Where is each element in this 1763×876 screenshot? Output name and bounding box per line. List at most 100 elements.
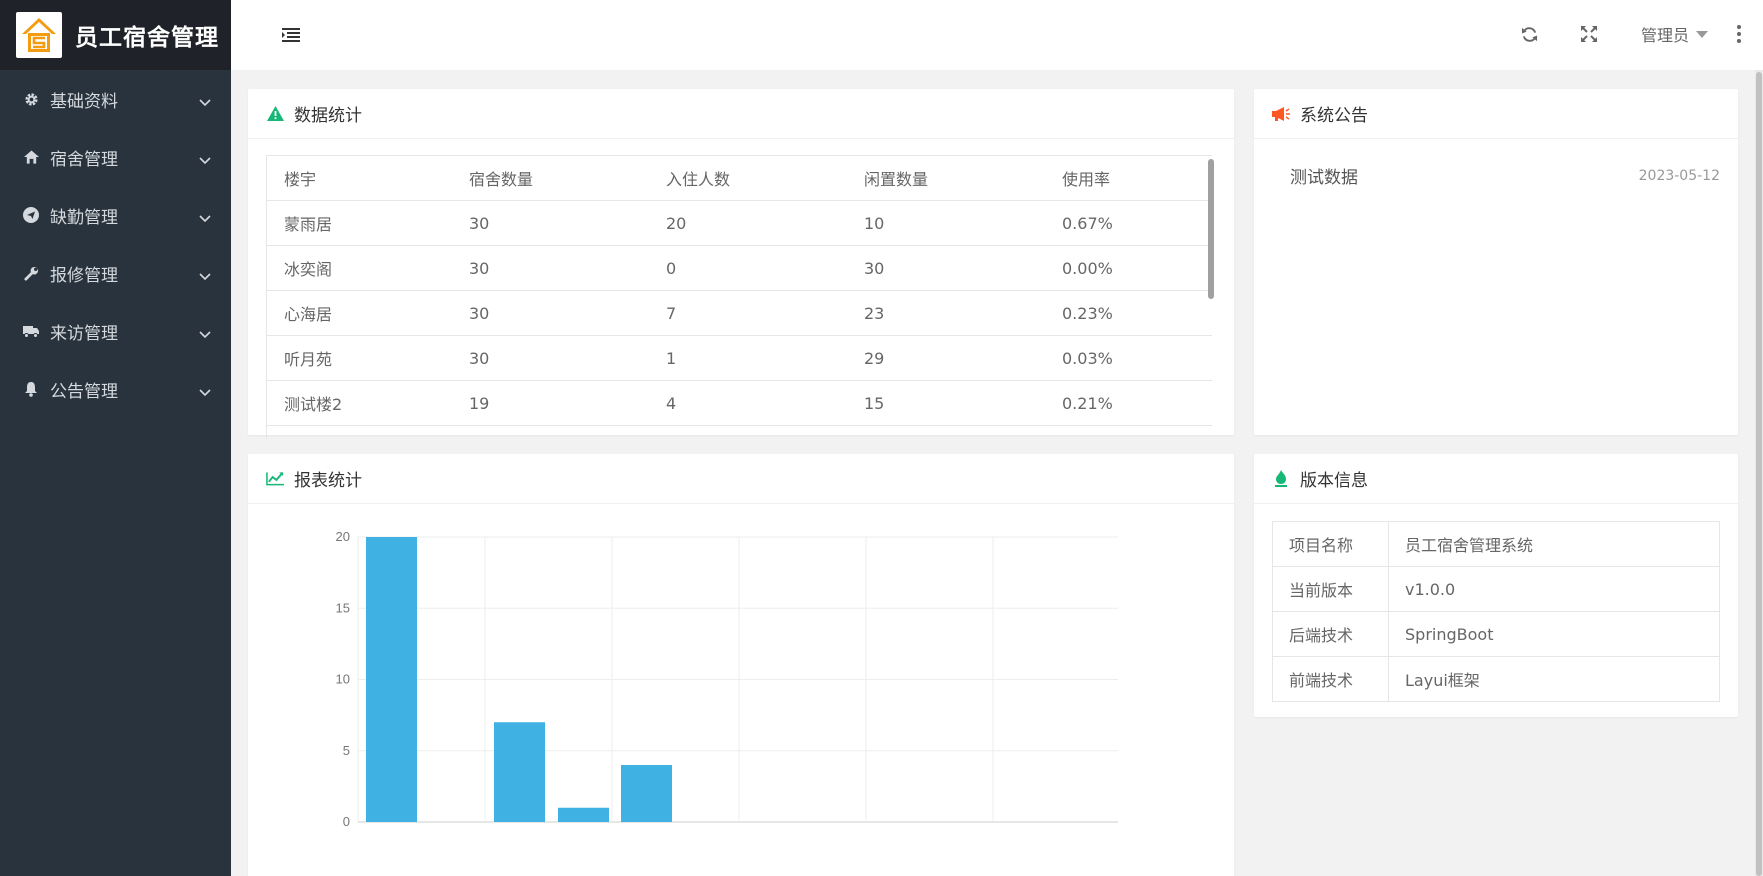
table-header-row: 楼宇 宿舍数量 入住人数 闲置数量 使用率: [267, 155, 1212, 201]
table-cell: 30: [452, 290, 649, 336]
sidebar-item-repair[interactable]: 报修管理: [0, 244, 231, 302]
fullscreen-button[interactable]: [1577, 22, 1601, 46]
stats-table: 楼宇 宿舍数量 入住人数 闲置数量 使用率 蒙雨居 30 20 10 0.67%…: [267, 155, 1212, 426]
sidebar-item-visit[interactable]: 来访管理: [0, 302, 231, 360]
logo-icon: [16, 12, 62, 58]
fullscreen-icon: [1581, 26, 1597, 42]
version-card-header: 版本信息: [1254, 454, 1738, 504]
user-menu[interactable]: 管理员: [1641, 22, 1709, 46]
notice-card: 系统公告 测试数据 2023-05-12: [1254, 89, 1738, 435]
table-cell: 19: [452, 380, 649, 426]
logo-bar: 员工宿舍管理: [0, 0, 231, 70]
sidebar-item-label: 来访管理: [50, 323, 118, 344]
sidebar-item-label: 报修管理: [50, 265, 118, 286]
column-header: 闲置数量: [847, 155, 1045, 201]
table-row: 前端技术 Layui框架: [1272, 656, 1720, 702]
table-cell: 30: [452, 200, 649, 246]
sidebar-item-basic-data[interactable]: 基础资料: [0, 70, 231, 128]
sidebar: 员工宿舍管理 基础资料 宿舍管理 缺勤管理 报修管理 来访管理 公告管理: [0, 0, 231, 876]
table-cell: 1: [649, 335, 847, 381]
version-key: 前端技术: [1272, 656, 1389, 702]
bar-chart: 0 5 10 15 20: [336, 529, 1118, 829]
notice-item[interactable]: 测试数据 2023-05-12: [1290, 163, 1720, 189]
table-row: 听月苑 30 1 29 0.03%: [267, 335, 1212, 381]
user-name: 管理员: [1641, 26, 1690, 45]
table-cell: 30: [452, 335, 649, 381]
notice-title: 系统公告: [1300, 106, 1368, 126]
home-icon: [22, 148, 40, 166]
column-header: 使用率: [1045, 155, 1212, 201]
chevron-down-icon: [199, 92, 211, 112]
version-value: Layui框架: [1388, 656, 1720, 702]
sidebar-item-label: 宿舍管理: [50, 149, 118, 170]
bar: [366, 537, 417, 822]
version-value: SpringBoot: [1388, 611, 1720, 657]
top-header: 管理员: [231, 0, 1763, 70]
truck-icon: [22, 322, 40, 340]
table-cell: 7: [649, 290, 847, 336]
stats-card-header: 数据统计: [248, 89, 1234, 139]
sidebar-item-absence[interactable]: 缺勤管理: [0, 186, 231, 244]
table-cell: 0.23%: [1045, 290, 1212, 336]
sidebar-item-dorm[interactable]: 宿舍管理: [0, 128, 231, 186]
table-cell: 30: [452, 245, 649, 291]
version-value: v1.0.0: [1388, 566, 1720, 612]
sidebar-item-notice[interactable]: 公告管理: [0, 360, 231, 418]
version-card: 版本信息 项目名称 员工宿舍管理系统 当前版本 v1.0.0 后端技术 SpringB…: [1254, 454, 1738, 717]
table-cell: 23: [847, 290, 1045, 336]
version-value: 员工宿舍管理系统: [1388, 521, 1720, 567]
y-tick-label: 10: [336, 672, 350, 687]
fire-icon: [1272, 470, 1290, 488]
column-header: 宿舍数量: [452, 155, 649, 201]
table-cell: 冰奕阁: [267, 245, 452, 291]
table-cell: 0: [649, 245, 847, 291]
table-cell: 0.03%: [1045, 335, 1212, 381]
version-key: 后端技术: [1272, 611, 1389, 657]
bell-icon: [22, 380, 40, 398]
sidebar-menu: 基础资料 宿舍管理 缺勤管理 报修管理 来访管理 公告管理: [0, 70, 231, 418]
wrench-icon: [22, 264, 40, 282]
chevron-down-icon: [199, 208, 211, 228]
table-row: 蒙雨居 30 20 10 0.67%: [267, 200, 1212, 246]
sidebar-item-label: 缺勤管理: [50, 207, 118, 228]
table-cell: 听月苑: [267, 335, 452, 381]
stats-card: 数据统计 楼宇 宿舍数量 入住人数 闲置数量 使用率 蒙雨居 30 20 10 …: [248, 89, 1234, 439]
app-title: 员工宿舍管理: [75, 25, 219, 51]
table-row: 冰奕阁 30 0 30 0.00%: [267, 245, 1212, 291]
notice-card-header: 系统公告: [1254, 89, 1738, 139]
table-row: 心海居 30 7 23 0.23%: [267, 290, 1212, 336]
version-key: 当前版本: [1272, 566, 1389, 612]
megaphone-icon: [1272, 105, 1290, 123]
column-header: 楼宇: [267, 155, 452, 201]
more-options-button[interactable]: [1733, 22, 1745, 46]
table-cell: 0.00%: [1045, 245, 1212, 291]
table-cell: 30: [847, 245, 1045, 291]
report-title: 报表统计: [294, 471, 362, 491]
sidebar-item-label: 公告管理: [50, 381, 118, 402]
warning-icon: [266, 105, 284, 123]
table-row: 后端技术 SpringBoot: [1272, 611, 1720, 657]
refresh-button[interactable]: [1517, 22, 1541, 46]
y-tick-label: 20: [336, 529, 350, 544]
column-header: 入住人数: [649, 155, 847, 201]
y-tick-label: 0: [343, 814, 350, 829]
chevron-down-icon: [199, 382, 211, 402]
version-key: 项目名称: [1272, 521, 1389, 567]
bar: [494, 722, 545, 822]
send-icon: [22, 206, 40, 224]
stats-table-wrap: 楼宇 宿舍数量 入住人数 闲置数量 使用率 蒙雨居 30 20 10 0.67%…: [266, 155, 1212, 439]
page-scrollbar-thumb[interactable]: [1756, 72, 1762, 876]
notice-item-date: 2023-05-12: [1638, 167, 1720, 184]
y-tick-label: 15: [336, 600, 350, 615]
refresh-icon: [1521, 26, 1537, 42]
bar: [621, 765, 672, 822]
table-cell: 20: [649, 200, 847, 246]
table-scrollbar[interactable]: [1208, 159, 1214, 299]
stats-title: 数据统计: [294, 106, 362, 126]
menu-fold-icon: [282, 28, 300, 42]
table-row: 项目名称 员工宿舍管理系统: [1272, 521, 1720, 567]
y-tick-label: 5: [343, 743, 350, 758]
table-cell: 15: [847, 380, 1045, 426]
sidebar-item-label: 基础资料: [50, 91, 118, 112]
sidebar-toggle-button[interactable]: [280, 24, 302, 46]
